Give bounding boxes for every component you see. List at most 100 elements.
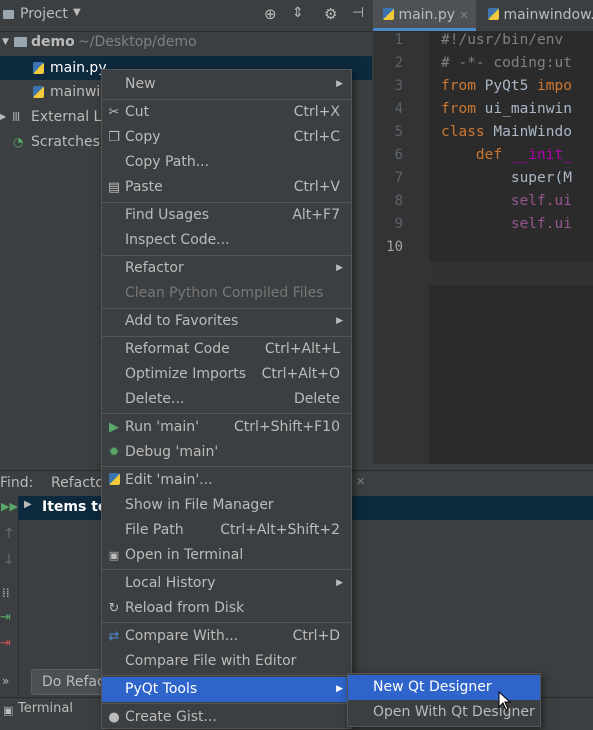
- python-file-icon: [33, 86, 44, 98]
- tab-mainwindow[interactable]: mainwindow.: [478, 0, 593, 31]
- submenu-arrow-icon: ▶: [336, 79, 343, 89]
- terminal-tab[interactable]: Terminal: [18, 701, 73, 716]
- line-number: 6: [394, 147, 403, 163]
- menu-item-file-path[interactable]: File Path Ctrl+Alt+Shift+2: [102, 518, 351, 543]
- include-icon[interactable]: ⇥: [0, 610, 11, 625]
- hide-panel-icon[interactable]: ⊣: [352, 5, 364, 21]
- menu-item-compare-with[interactable]: ⇄ Compare With... Ctrl+D: [102, 624, 351, 649]
- project-panel-header: Project ▼ ⊕ ⇕ ⚙ ⊣: [0, 0, 372, 32]
- line-number: 2: [394, 55, 403, 71]
- editor-tabs: main.py ✕ mainwindow.: [373, 0, 593, 32]
- clipboard-icon: ▤: [107, 180, 121, 195]
- python-file-icon: [488, 8, 499, 20]
- line-number-gutter: 1 2 3 4 5 6 7 8 9 10: [373, 32, 429, 464]
- menu-item-edit-config[interactable]: Edit 'main'...: [102, 468, 351, 493]
- tab-label: mainwindow.: [503, 7, 593, 23]
- menu-item-run[interactable]: ▶ Run 'main' Ctrl+Shift+F10: [102, 415, 351, 440]
- folder-icon: [14, 37, 27, 47]
- expand-arrow-icon: ▼: [2, 37, 9, 47]
- menu-item-reformat[interactable]: Reformat Code Ctrl+Alt+L: [102, 337, 351, 362]
- find-label: Find:: [0, 475, 34, 491]
- menu-item-create-gist[interactable]: ● Create Gist...: [102, 705, 351, 730]
- menu-item-copy-path[interactable]: Copy Path...: [102, 150, 351, 175]
- project-panel-title[interactable]: Project: [20, 6, 68, 22]
- line-number: 3: [394, 78, 403, 94]
- code-line: from PyQt5 impo: [441, 78, 572, 94]
- tab-refactoring-preview[interactable]: Refacto: [51, 475, 104, 491]
- menu-item-paste[interactable]: ▤ Paste Ctrl+V: [102, 175, 351, 200]
- collapse-all-icon[interactable]: ⇕: [292, 5, 304, 21]
- menu-separator: [102, 675, 351, 676]
- library-icon: Ⅲ: [12, 110, 21, 124]
- menu-separator: [102, 466, 351, 467]
- mouse-cursor-icon: [498, 691, 512, 711]
- collapse-arrow-icon: ▶: [0, 112, 7, 121]
- python-file-icon: [383, 8, 394, 20]
- code-line: #!/usr/bin/env: [441, 32, 564, 48]
- expand-arrow-icon: ▶: [24, 499, 32, 510]
- close-icon[interactable]: ✕: [460, 9, 469, 22]
- menu-item-debug[interactable]: ✹ Debug 'main': [102, 440, 351, 465]
- line-number: 4: [394, 101, 403, 117]
- exclude-icon[interactable]: ⇥: [0, 636, 11, 651]
- code-line: self.ui: [441, 193, 572, 209]
- terminal-icon: ▣: [108, 549, 120, 562]
- menu-item-add-favorites[interactable]: Add to Favorites ▶: [102, 309, 351, 334]
- tree-item-label: main.py: [50, 60, 107, 76]
- menu-item-new[interactable]: New ▶: [102, 72, 351, 97]
- close-icon[interactable]: ✕: [356, 475, 365, 488]
- more-icon[interactable]: »: [2, 674, 9, 688]
- current-line-highlight: [429, 262, 593, 285]
- python-icon: [106, 468, 122, 493]
- menu-item-delete[interactable]: Delete... Delete: [102, 387, 351, 412]
- menu-item-compare-editor[interactable]: Compare File with Editor: [102, 649, 351, 674]
- menu-separator: [102, 413, 351, 414]
- code-line: # -*- coding:ut: [441, 55, 572, 71]
- line-number: 10: [386, 239, 403, 255]
- menu-item-copy[interactable]: ❐ Copy Ctrl+C: [102, 125, 351, 150]
- gear-icon[interactable]: ⚙: [324, 5, 337, 23]
- menu-item-find-usages[interactable]: Find Usages Alt+F7: [102, 203, 351, 228]
- submenu-arrow-icon: ▶: [336, 316, 343, 326]
- arrow-down-icon[interactable]: ↓: [3, 552, 15, 568]
- line-number: 9: [394, 216, 403, 232]
- line-number: 8: [394, 193, 403, 209]
- submenu-arrow-icon: ▶: [336, 263, 343, 273]
- menu-separator: [102, 703, 351, 704]
- project-root-name: demo: [31, 34, 75, 50]
- tab-main-py[interactable]: main.py ✕: [373, 0, 476, 31]
- arrow-up-icon[interactable]: ↑: [3, 526, 15, 542]
- locate-icon[interactable]: ⊕: [264, 5, 277, 23]
- menu-item-refactor[interactable]: Refactor ▶: [102, 256, 351, 281]
- line-number: 1: [394, 32, 403, 48]
- menu-separator: [102, 569, 351, 570]
- menu-item-reload[interactable]: ↻ Reload from Disk: [102, 596, 351, 621]
- folder-icon: [3, 10, 14, 19]
- menu-item-open-terminal[interactable]: ▣ Open in Terminal: [102, 543, 351, 568]
- code-editor[interactable]: #!/usr/bin/env # -*- coding:ut from PyQt…: [429, 32, 593, 464]
- code-line: from ui_mainwin: [441, 101, 572, 117]
- menu-item-optimize-imports[interactable]: Optimize Imports Ctrl+Alt+O: [102, 362, 351, 387]
- tree-item-label: External Li: [31, 109, 106, 125]
- menu-item-local-history[interactable]: Local History ▶: [102, 571, 351, 596]
- group-icon[interactable]: ⁞⁞: [2, 586, 10, 600]
- project-root-path: ~/Desktop/demo: [78, 34, 197, 50]
- menu-item-cut[interactable]: ✂ Cut Ctrl+X: [102, 100, 351, 125]
- python-file-icon: [33, 62, 44, 74]
- menu-item-show-file-manager[interactable]: Show in File Manager: [102, 493, 351, 518]
- menu-separator: [102, 622, 351, 623]
- dropdown-arrow-icon[interactable]: ▼: [73, 7, 81, 18]
- copy-icon: ❐: [108, 130, 120, 145]
- items-label: Items to: [42, 499, 108, 515]
- scissors-icon: ✂: [108, 105, 120, 120]
- scratches-icon: ◔: [13, 135, 24, 149]
- rerun-icon[interactable]: ▶▶: [1, 500, 18, 513]
- menu-item-pyqt-tools[interactable]: PyQt Tools ▶: [102, 677, 351, 702]
- menu-item-clean-python[interactable]: Clean Python Compiled Files: [102, 281, 351, 306]
- tree-row-demo[interactable]: ▼ demo ~/Desktop/demo: [0, 30, 372, 54]
- code-line: super(M: [441, 170, 572, 186]
- menu-item-inspect-code[interactable]: Inspect Code...: [102, 228, 351, 253]
- code-line: class MainWindo: [441, 124, 572, 140]
- reload-icon: ↻: [108, 601, 120, 616]
- tab-label: main.py: [398, 7, 456, 23]
